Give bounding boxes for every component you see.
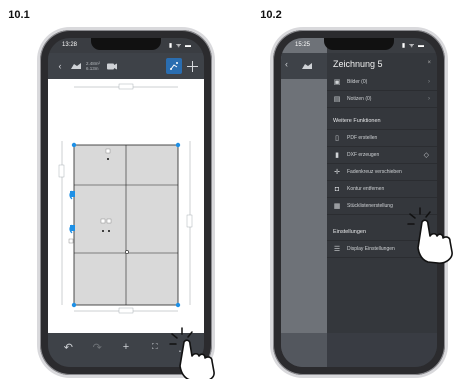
profile-shape-icon [302,63,312,69]
phone-right: ‹ 15:25 ▮ ᯤ ▬ Zeichnung 5 × ▣ Bilder (0)… [273,30,445,375]
redo-icon[interactable]: ↷ [88,341,106,354]
section-more-functions: Weitere Funktionen [327,108,437,130]
phone-left: 13:28 ▮ ᯤ ▬ ‹ 2.48m² 6.13m ↶ ↷ + ⛶ [40,30,212,375]
crosshair-icon: ✛ [334,169,340,176]
menu-item-label: Kontur entfernen [347,186,385,192]
menu-item-images[interactable]: ▣ Bilder (0) › [327,74,437,91]
top-toolbar-dimmed: ‹ [281,53,327,79]
menu-item-label: Fadenkreuz verschieben [347,169,402,175]
remove-contour-icon: ◘ [334,185,340,193]
fit-view-icon[interactable]: ⛶ [146,342,164,352]
menu-item-label: Notizen (0) [347,96,372,102]
back-icon[interactable]: ‹ [52,58,68,74]
camera-icon[interactable] [104,58,120,74]
menu-title: Zeichnung 5 × [327,53,437,74]
draw-mode-icon[interactable] [166,58,182,74]
bottom-toolbar-dimmed [281,333,437,367]
menu-item-remove-contour[interactable]: ◘ Kontur entfernen [327,181,437,198]
notes-icon: ▤ [333,96,341,103]
menu-item-notes[interactable]: ▤ Notizen (0) › [327,91,437,108]
menu-item-label: DXF erzeugen [347,152,380,158]
notch [324,38,394,50]
sliders-icon: ☰ [333,246,341,253]
close-icon[interactable]: × [427,60,431,66]
status-icons: ▮ ᯤ ▬ [401,43,425,49]
notch [91,38,161,50]
premium-diamond-icon: ◇ [423,152,429,159]
chevron-right-icon: › [428,96,430,102]
pdf-icon: ▯ [335,135,339,142]
length-value: 6.13m [86,66,99,71]
chevron-right-icon: › [428,79,430,85]
back-icon[interactable]: ‹ [285,59,288,69]
menu-item-move-crosshair[interactable]: ✛ Fadenkreuz verschieben [327,164,437,181]
area-info: 2.48m² 6.13m [86,61,100,71]
menu-item-pdf[interactable]: ▯ PDF erstellen [327,130,437,147]
menu-item-label: PDF erstellen [347,135,378,141]
add-icon[interactable]: + [117,341,135,353]
grid-icon: ▦ [333,203,341,210]
menu-item-label: Bilder (0) [347,79,368,85]
menu-item-label: Stücklistenerstellung [347,203,393,209]
drawing-title: Zeichnung 5 [333,59,383,69]
status-icons: ▮ ᯤ ▬ [168,43,192,49]
step-badge-10-2: 10.2 [256,4,286,26]
status-time: 13:28 [62,42,78,48]
drawing-canvas[interactable] [48,79,204,333]
status-time: 15:25 [295,42,311,48]
image-icon: ▣ [333,79,341,86]
undo-icon[interactable]: ↶ [59,341,77,354]
background-canvas-dimmed [281,38,327,367]
dxf-file-icon: ▮ [335,152,339,159]
drawing-svg [58,83,193,314]
profile-shape-icon[interactable] [68,58,84,74]
menu-item-dxf[interactable]: ▮ DXF erzeugen ◇ [327,147,437,164]
menu-item-label: Display Einstellungen [347,246,395,252]
tap-hand-icon [169,327,215,379]
top-toolbar: ‹ 2.48m² 6.13m [48,53,204,79]
phone-left-screen: 13:28 ▮ ᯤ ▬ ‹ 2.48m² 6.13m ↶ ↷ + ⛶ [48,38,204,367]
step-badge-10-1: 10.1 [4,4,34,26]
tap-hand-icon [407,207,453,264]
crosshair-icon[interactable] [184,58,200,74]
phone-right-screen: ‹ 15:25 ▮ ᯤ ▬ Zeichnung 5 × ▣ Bilder (0)… [281,38,437,367]
